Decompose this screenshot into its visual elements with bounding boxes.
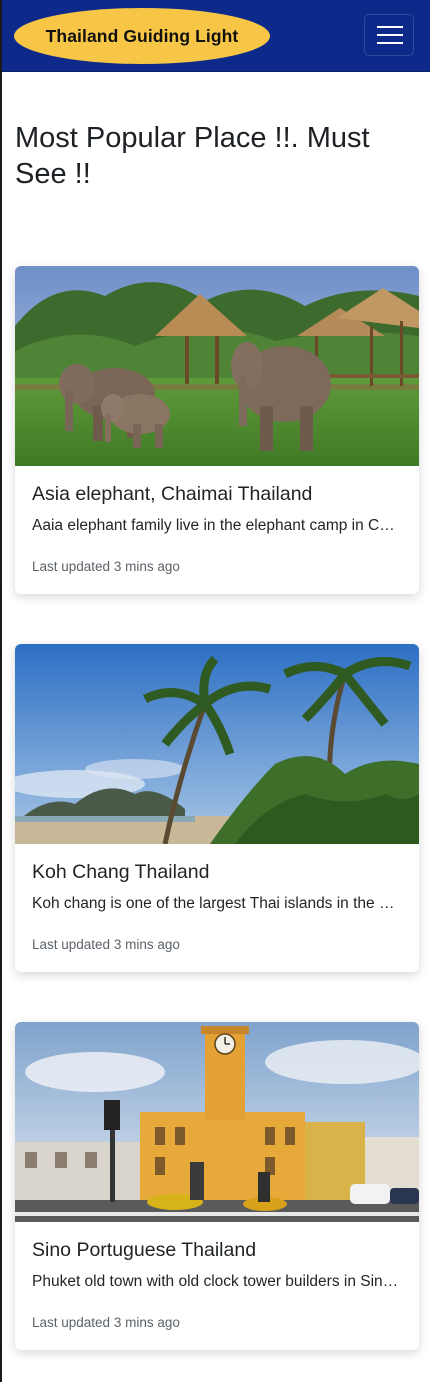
card-text: Aaia elephant family live in the elephan… [32,517,400,534]
card-sino-portuguese[interactable]: Sino Portuguese Thailand Phuket old town… [15,1022,419,1350]
hamburger-menu-icon [377,26,403,44]
card-koh-chang[interactable]: Koh Chang Thailand Koh chang is one of t… [15,644,419,972]
card-updated-text: Last updated 3 mins ago [32,559,180,574]
navbar: Thailand Guiding Light [2,0,430,72]
brand-logo[interactable]: Thailand Guiding Light [14,8,270,64]
card-asia-elephant[interactable]: Asia elephant, Chaimai Thailand Aaia ele… [15,266,419,594]
card-title: Koh Chang Thailand [32,861,210,883]
card-text: Phuket old town with old clock tower bui… [32,1273,400,1290]
navbar-toggle-button[interactable] [364,14,414,56]
page-title: Most Popular Place !!. Must See !! [15,122,370,190]
elephant-family-photo [15,266,419,466]
card-text: Koh chang is one of the largest Thai isl… [32,895,400,912]
page: Thailand Guiding Light Most Popular Plac… [0,0,430,1382]
clock-tower-photo [15,1022,419,1222]
card-title: Asia elephant, Chaimai Thailand [32,483,313,505]
brand-label: Thailand Guiding Light [45,25,239,46]
card-updated-text: Last updated 3 mins ago [32,1315,180,1330]
palm-beach-photo [15,644,419,844]
card-title: Sino Portuguese Thailand [32,1239,257,1261]
card-updated-text: Last updated 3 mins ago [32,937,180,952]
